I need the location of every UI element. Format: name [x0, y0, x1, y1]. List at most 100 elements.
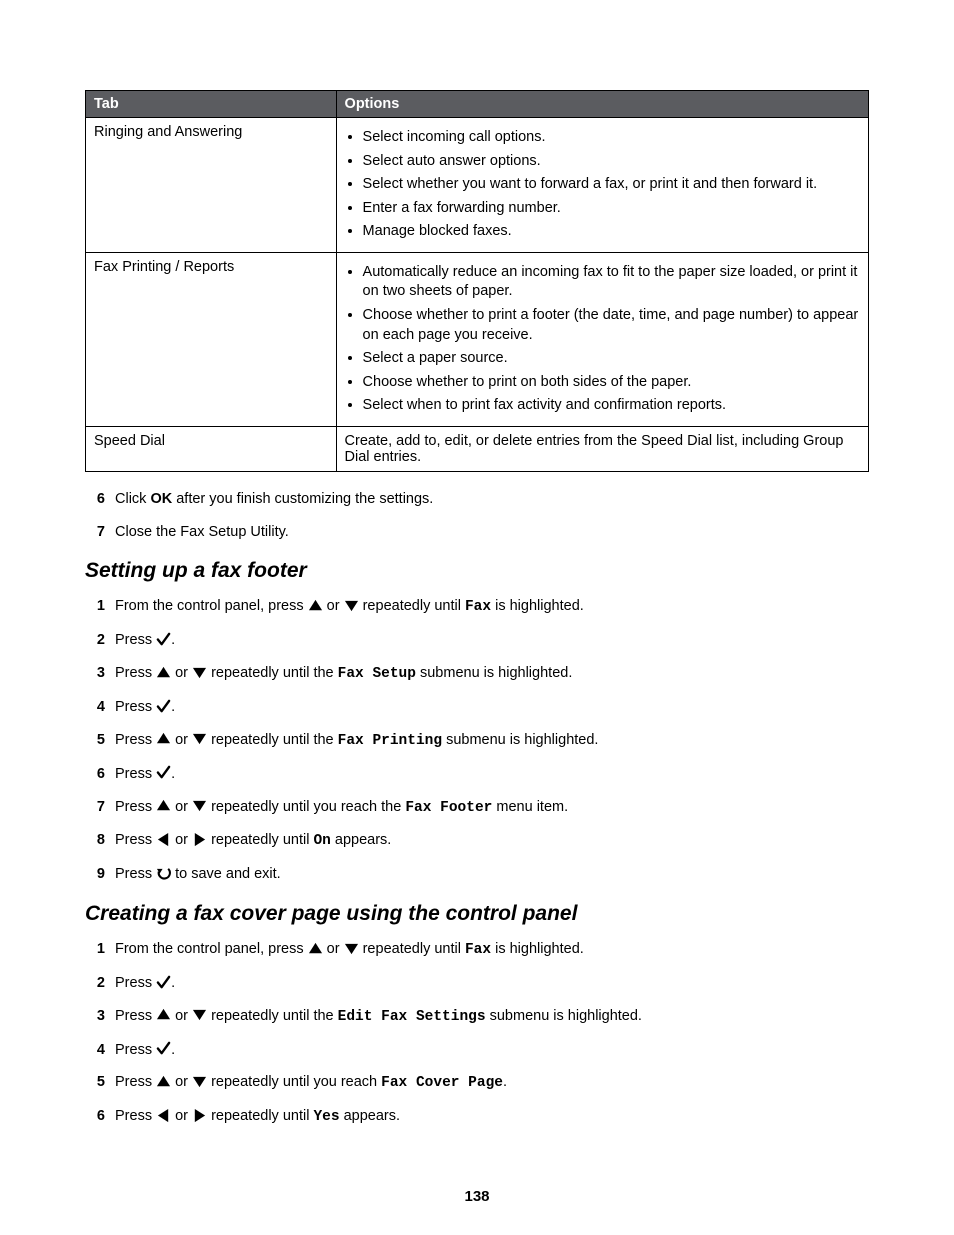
step-text: Press . [115, 631, 869, 650]
option-item: Choose whether to print a footer (the da… [363, 306, 860, 345]
arrow-up-icon [156, 798, 171, 813]
step-text: Press or repeatedly until you reach the … [115, 798, 869, 818]
pre-step-list: 6 Click OK after you finish customizing … [85, 490, 869, 542]
th-options: Options [336, 91, 868, 118]
arrow-down-icon [192, 798, 207, 813]
option-item: Automatically reduce an incoming fax to … [363, 263, 860, 302]
step-item: 6 Press . [85, 765, 869, 784]
step-item: 5 Press or repeatedly until you reach Fa… [85, 1073, 869, 1093]
section-heading-fax-cover: Creating a fax cover page using the cont… [85, 902, 869, 926]
table-row: Speed Dial Create, add to, edit, or dele… [86, 426, 869, 471]
step-item: 6 Press or repeatedly until Yes appears. [85, 1107, 869, 1127]
step-number: 1 [85, 597, 105, 616]
check-icon [156, 975, 171, 990]
step-item: 2 Press . [85, 631, 869, 650]
step-item: 5 Press or repeatedly until the Fax Prin… [85, 731, 869, 751]
step-text: Press or repeatedly until the Fax Printi… [115, 731, 869, 751]
arrow-down-icon [192, 731, 207, 746]
step-item: 9 Press to save and exit. [85, 865, 869, 884]
table-row: Ringing and Answering Select incoming ca… [86, 118, 869, 253]
check-icon [156, 1041, 171, 1056]
arrow-up-icon [156, 1074, 171, 1089]
step-number: 4 [85, 1041, 105, 1060]
step-item: 7 Press or repeatedly until you reach th… [85, 798, 869, 818]
tab-cell: Ringing and Answering [86, 118, 337, 253]
step-item: 1 From the control panel, press or repea… [85, 940, 869, 960]
step-number: 2 [85, 974, 105, 993]
option-item: Select whether you want to forward a fax… [363, 175, 860, 195]
arrow-up-icon [308, 598, 323, 613]
back-icon [156, 866, 171, 881]
step-number: 9 [85, 865, 105, 884]
arrow-right-icon [192, 832, 207, 847]
table-header-row: Tab Options [86, 91, 869, 118]
step-number: 8 [85, 831, 105, 850]
step-number: 5 [85, 1073, 105, 1092]
step-item: 4 Press . [85, 1041, 869, 1060]
step-item: 6 Click OK after you finish customizing … [85, 490, 869, 509]
arrow-left-icon [156, 1108, 171, 1123]
section1-step-list: 1 From the control panel, press or repea… [85, 597, 869, 884]
step-item: 2 Press . [85, 974, 869, 993]
step-number: 6 [85, 765, 105, 784]
page-number: 138 [0, 1188, 954, 1205]
option-item: Select incoming call options. [363, 128, 860, 148]
step-text: From the control panel, press or repeate… [115, 597, 869, 617]
option-item: Manage blocked faxes. [363, 222, 860, 242]
step-number: 7 [85, 523, 105, 542]
step-text: Press or repeatedly until On appears. [115, 831, 869, 851]
step-number: 5 [85, 731, 105, 750]
option-item: Choose whether to print on both sides of… [363, 373, 860, 393]
step-number: 1 [85, 940, 105, 959]
arrow-up-icon [156, 1007, 171, 1022]
step-text: Press . [115, 974, 869, 993]
options-cell: Select incoming call options. Select aut… [336, 118, 868, 253]
arrow-down-icon [344, 598, 359, 613]
tab-cell: Speed Dial [86, 426, 337, 471]
step-text: Press . [115, 698, 869, 717]
options-cell: Automatically reduce an incoming fax to … [336, 252, 868, 426]
section-heading-fax-footer: Setting up a fax footer [85, 559, 869, 583]
step-number: 4 [85, 698, 105, 717]
table-row: Fax Printing / Reports Automatically red… [86, 252, 869, 426]
step-text: Press to save and exit. [115, 865, 869, 884]
check-icon [156, 765, 171, 780]
step-text: Press or repeatedly until the Edit Fax S… [115, 1007, 869, 1027]
step-text: Press or repeatedly until you reach Fax … [115, 1073, 869, 1093]
arrow-down-icon [192, 1007, 207, 1022]
step-item: 8 Press or repeatedly until On appears. [85, 831, 869, 851]
section2-step-list: 1 From the control panel, press or repea… [85, 940, 869, 1127]
page-container: Tab Options Ringing and Answering Select… [0, 0, 954, 1235]
arrow-up-icon [156, 731, 171, 746]
step-text: Press or repeatedly until the Fax Setup … [115, 664, 869, 684]
step-text: Click OK after you finish customizing th… [115, 490, 869, 509]
step-text: Close the Fax Setup Utility. [115, 523, 869, 542]
option-item: Enter a fax forwarding number. [363, 199, 860, 219]
step-number: 6 [85, 1107, 105, 1126]
step-item: 1 From the control panel, press or repea… [85, 597, 869, 617]
arrow-up-icon [156, 665, 171, 680]
arrow-down-icon [192, 1074, 207, 1089]
step-number: 7 [85, 798, 105, 817]
arrow-up-icon [308, 941, 323, 956]
step-number: 3 [85, 664, 105, 683]
step-number: 2 [85, 631, 105, 650]
step-text: From the control panel, press or repeate… [115, 940, 869, 960]
step-item: 7 Close the Fax Setup Utility. [85, 523, 869, 542]
step-item: 3 Press or repeatedly until the Edit Fax… [85, 1007, 869, 1027]
step-item: 3 Press or repeatedly until the Fax Setu… [85, 664, 869, 684]
option-item: Select when to print fax activity and co… [363, 396, 860, 416]
arrow-down-icon [344, 941, 359, 956]
step-number: 6 [85, 490, 105, 509]
step-item: 4 Press . [85, 698, 869, 717]
th-tab: Tab [86, 91, 337, 118]
options-cell: Create, add to, edit, or delete entries … [336, 426, 868, 471]
arrow-right-icon [192, 1108, 207, 1123]
option-item: Select a paper source. [363, 349, 860, 369]
arrow-down-icon [192, 665, 207, 680]
arrow-left-icon [156, 832, 171, 847]
options-table: Tab Options Ringing and Answering Select… [85, 90, 869, 472]
check-icon [156, 632, 171, 647]
check-icon [156, 699, 171, 714]
step-text: Press . [115, 765, 869, 784]
